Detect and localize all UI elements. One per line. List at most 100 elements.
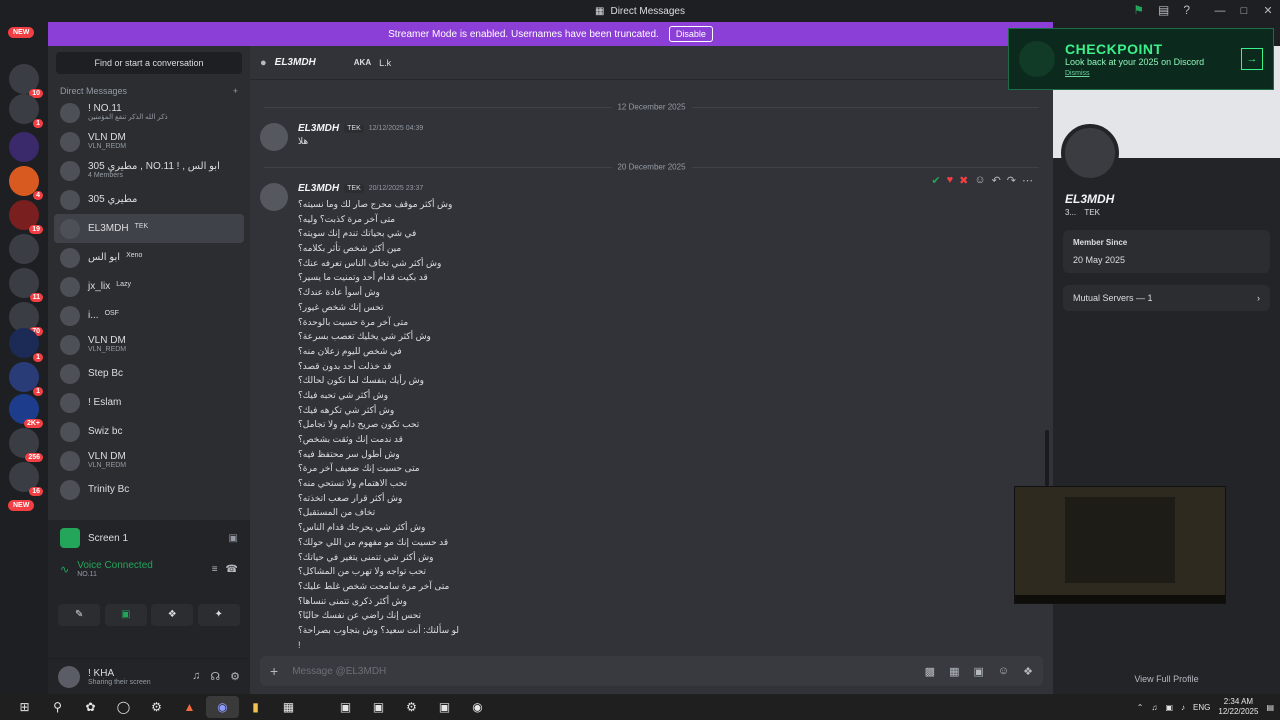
app-icon[interactable]: ▣ [362,696,395,718]
sticker-icon[interactable]: ▣ [973,665,983,678]
copilot-icon[interactable]: ✿ [74,696,107,718]
dm-item[interactable]: ابو الس Xeno [54,243,244,272]
arrow-right-icon[interactable]: → [1241,48,1263,70]
network-icon[interactable]: ▣ [1165,703,1173,712]
camera-off-button[interactable]: ✎ [58,604,101,626]
dm-item[interactable]: EL3MDH TEK [54,214,244,243]
server-icon[interactable]: 2K+ [9,394,43,428]
dm-item[interactable]: ! NO.11 ذكر الله الذكر تنفع المؤمنين [54,98,244,127]
disconnect-icon[interactable]: ☎ [226,564,238,575]
flag-icon[interactable]: ⚑ [1133,3,1144,17]
app-icon[interactable]: ▣ [428,696,461,718]
dm-item[interactable]: Step Bc [54,359,244,388]
server-icon[interactable]: 10 [9,64,43,98]
activity-button[interactable]: ❖ [151,604,194,626]
scrollbar[interactable] [1045,430,1049,486]
dm-item[interactable]: ! Eslam [54,388,244,417]
screen-share-row[interactable]: Screen 1 ▣ [48,520,250,556]
check-icon[interactable]: ✔ [931,174,940,187]
discord-icon[interactable]: ◉ [206,696,239,718]
unread-badge: 4 [33,191,43,200]
soundboard-button[interactable]: ✦ [197,604,240,626]
author-name[interactable]: EL3MDH [298,123,339,134]
server-icon[interactable]: 11 [9,268,43,302]
server-icon[interactable] [9,234,39,264]
mic-icon[interactable]: ♫ [192,670,200,683]
dm-item[interactable]: مطيري 305 , NO.11 ! , ابو الس 4 Members [54,156,244,185]
server-icon[interactable]: 19 [9,200,43,234]
server-icon[interactable]: 1 [9,328,43,362]
attach-icon[interactable]: + [270,663,278,679]
message-composer[interactable]: + Message @EL3MDH ▩ ▦ ▣ ☺ ❖ [260,656,1043,686]
minimize-button[interactable]: — [1208,0,1232,22]
dismiss-link[interactable]: Dismiss [1065,70,1204,77]
server-icon[interactable]: 4 [9,166,43,200]
server-icon[interactable]: 16 [9,462,43,496]
search-input[interactable]: Find or start a conversation [56,52,242,74]
steam-icon[interactable]: ⚙ [140,696,173,718]
close-button[interactable]: ✕ [1256,0,1280,22]
dm-item-name: Swiz bc [88,426,123,437]
chevron-up-icon[interactable]: ⌃ [1137,703,1144,712]
volume-icon[interactable]: ♪ [1181,703,1185,712]
forward-icon[interactable]: ↷ [1007,174,1016,187]
folder-icon[interactable]: ▮ [239,696,272,718]
dm-item[interactable]: Swiz bc [54,417,244,446]
author-name[interactable]: EL3MDH [298,183,339,194]
language-indicator[interactable]: ENG [1193,703,1210,712]
popout-icon[interactable]: ▣ [229,533,238,544]
view-full-profile-link[interactable]: View Full Profile [1053,674,1280,684]
disable-button[interactable]: Disable [668,26,713,42]
maximize-button[interactable]: □ [1232,0,1256,22]
search-icon[interactable]: ⚲ [41,696,74,718]
avatar[interactable] [260,183,288,211]
notification-icon[interactable]: ▤ [1266,703,1274,712]
gift-icon[interactable]: ▩ [925,665,935,678]
heart-icon[interactable]: ♥ [947,174,954,187]
help-icon[interactable]: ? [1183,3,1190,17]
server-icon[interactable]: 256 [9,428,43,462]
dm-item[interactable]: VLN DM VLN_REDM [54,330,244,359]
dm-item[interactable]: jx_lix Lazy [54,272,244,301]
emoji-icon[interactable]: ☺ [974,174,985,187]
avatar[interactable] [260,123,288,151]
dm-item[interactable]: VLN DM VLN_REDM [54,446,244,475]
avatar[interactable] [1061,124,1119,182]
clock[interactable]: 2:34 AM 12/22/2025 [1218,697,1258,716]
dm-item[interactable]: i... OSF [54,301,244,330]
edge-icon[interactable]: ◯ [107,696,140,718]
dm-item[interactable]: مطيري 305 [54,185,244,214]
more-icon[interactable]: ⋯ [1022,174,1033,187]
inbox-icon[interactable]: ▤ [1158,3,1169,17]
voice-connected-label[interactable]: Voice Connected [77,560,153,571]
server-icon[interactable] [9,132,39,162]
x-icon[interactable]: ✖ [959,174,968,187]
apps-icon[interactable]: ❖ [1023,665,1033,678]
gear-icon[interactable]: ⚙ [230,670,240,683]
dm-item-tag: TEK [134,223,149,230]
noise-icon[interactable]: ≡ [212,564,218,575]
create-dm-button[interactable]: + [233,86,238,96]
windows-start-icon[interactable]: ⊞ [8,696,41,718]
avatar[interactable] [58,665,80,688]
mic-icon[interactable]: ♫ [1151,703,1157,712]
dm-item[interactable]: VLN DM VLN_REDM [54,127,244,156]
store-icon[interactable]: ▦ [272,696,305,718]
app-icon[interactable]: ▣ [329,696,362,718]
server-icon[interactable]: 1 [9,362,43,396]
headphones-icon[interactable]: ☊ [210,670,220,683]
dm-item[interactable]: Trinity Bc [54,475,244,504]
brave-icon[interactable]: ▲ [173,696,206,718]
voice-channel[interactable]: NO.11 [77,571,153,578]
app-icon[interactable]: ⚙ [395,696,428,718]
obs-icon[interactable]: ◉ [461,696,494,718]
share-screen-button[interactable]: ▣ [104,604,147,626]
reply-icon[interactable]: ↶ [992,174,1001,187]
gif-icon[interactable]: ▦ [949,665,959,678]
message-line: متى آخر مرة سامحت شخص غلط عليك؟ [298,580,450,591]
mutual-servers-row[interactable]: Mutual Servers — 1 › [1063,285,1270,311]
stream-preview[interactable] [1014,486,1226,604]
server-icon[interactable]: 1 [9,94,43,128]
emoji-icon[interactable]: ☺ [998,665,1009,678]
message-input[interactable]: Message @EL3MDH [292,666,386,677]
